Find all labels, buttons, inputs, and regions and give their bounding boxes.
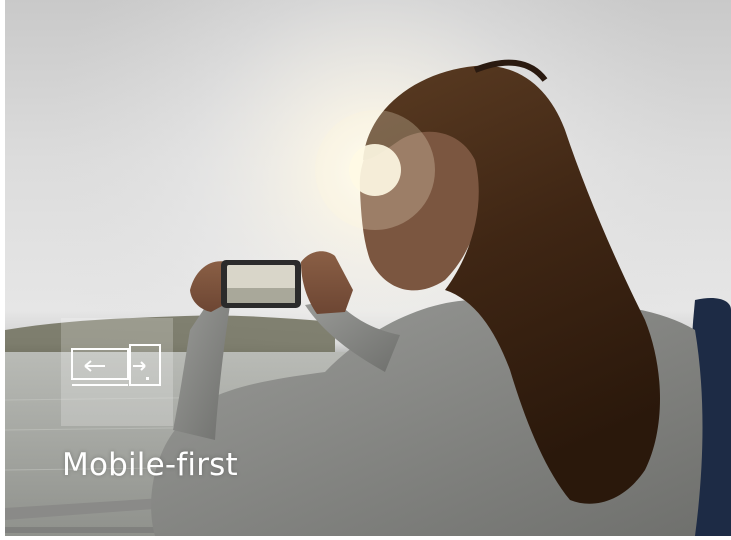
feature-tile[interactable]: Mobile-first (5, 0, 731, 536)
icon-panel (61, 318, 173, 426)
tile-caption: Mobile-first (62, 447, 238, 483)
responsive-devices-icon (71, 344, 161, 386)
